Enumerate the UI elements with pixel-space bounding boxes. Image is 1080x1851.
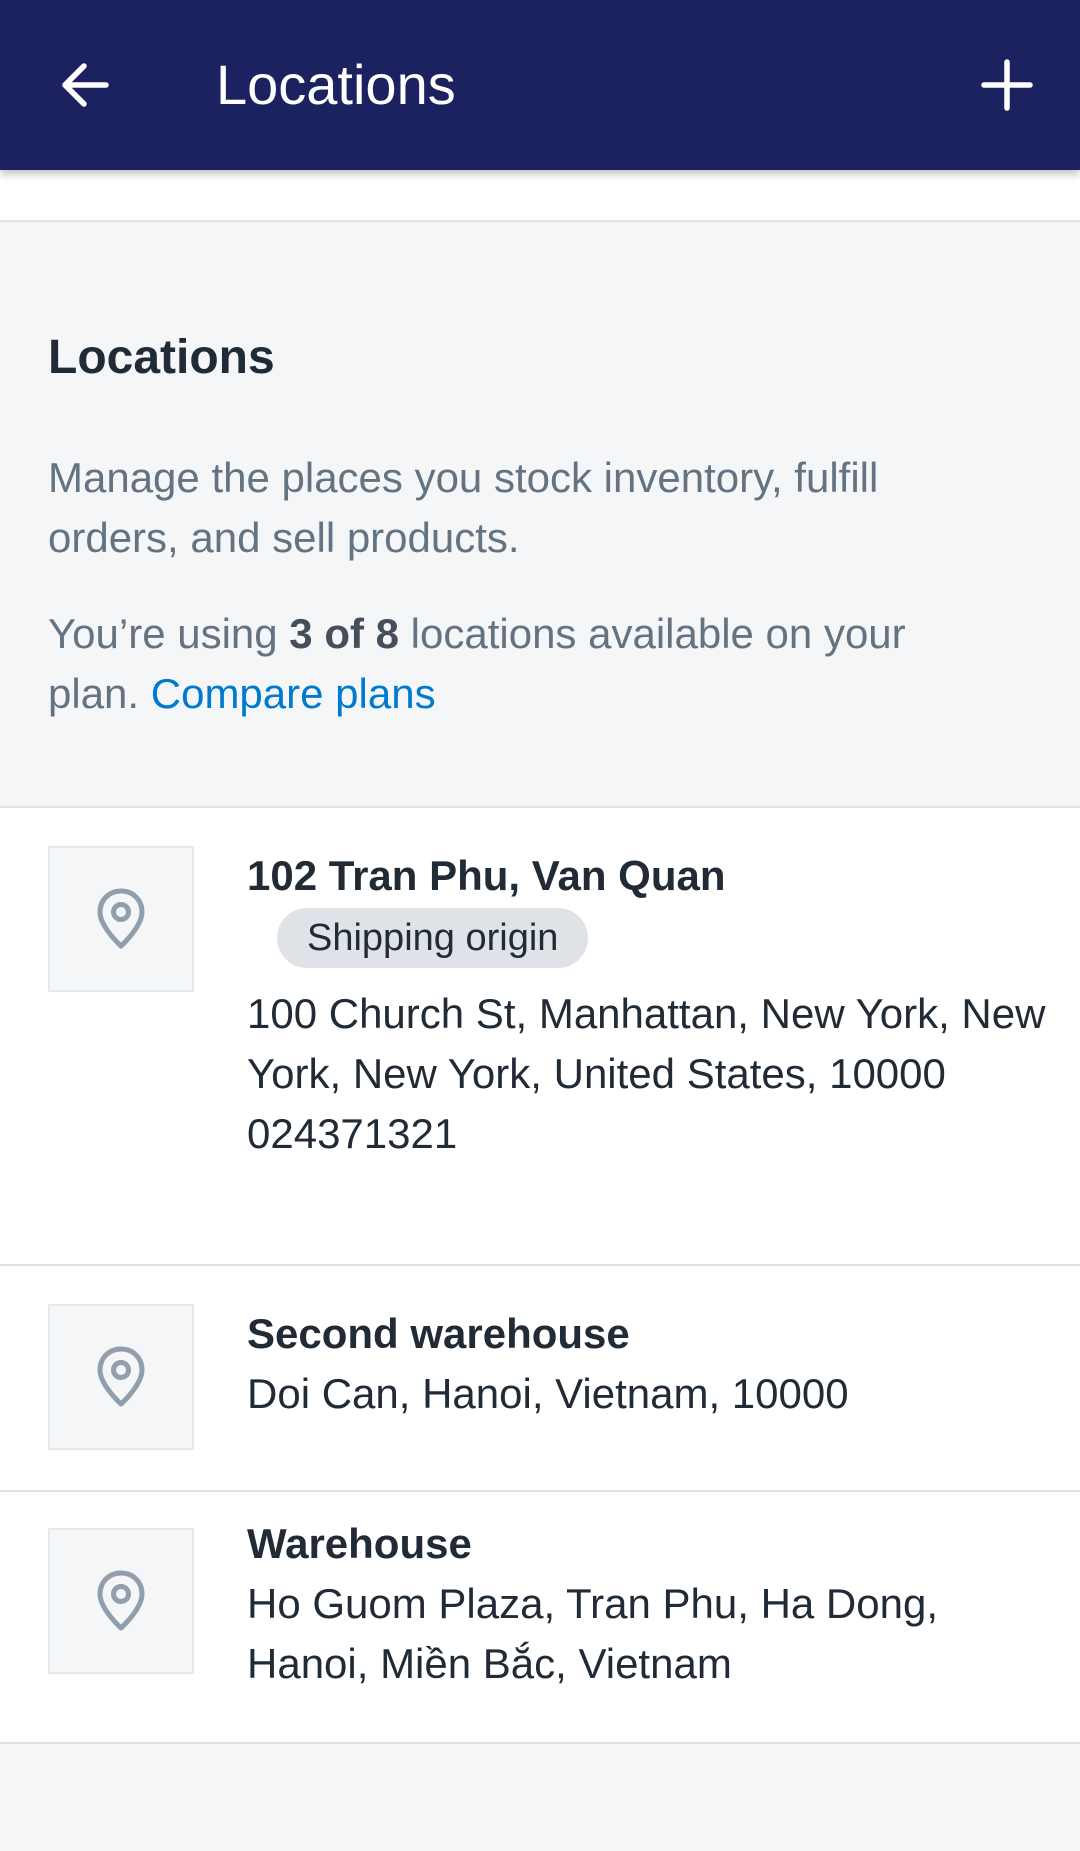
back-button[interactable] — [52, 52, 118, 118]
location-thumbnail — [48, 1304, 194, 1450]
section-description: Manage the places you stock inventory, f… — [48, 454, 879, 561]
map-pin-icon — [97, 888, 145, 949]
location-name: Second warehouse — [247, 1310, 630, 1357]
location-address: Ho Guom Plaza, Tran Phu, Ha Dong, Hanoi,… — [247, 1580, 939, 1687]
location-info: 102 Tran Phu, Van Quan Shipping origin 1… — [247, 846, 1047, 1164]
location-item[interactable]: 102 Tran Phu, Van Quan Shipping origin 1… — [0, 808, 1080, 1266]
location-phone: 024371321 — [247, 1110, 458, 1157]
location-thumbnail — [48, 1528, 194, 1674]
location-info: Second warehouse Doi Can, Hanoi, Vietnam… — [247, 1304, 1047, 1424]
page-title: Locations — [216, 53, 456, 116]
location-list: 102 Tran Phu, Van Quan Shipping origin 1… — [0, 806, 1080, 1744]
app-bar: Locations — [0, 0, 1080, 170]
location-info: Warehouse Ho Guom Plaza, Tran Phu, Ha Do… — [247, 1514, 1047, 1694]
section-heading: Locations — [48, 331, 275, 384]
locations-intro: Locations Manage the places you stock in… — [0, 222, 1080, 806]
usage-count: 3 of 8 — [289, 610, 399, 657]
location-item[interactable]: Second warehouse Doi Can, Hanoi, Vietnam… — [0, 1266, 1080, 1492]
arrow-left-icon — [62, 63, 109, 107]
location-address: Doi Can, Hanoi, Vietnam, 10000 — [247, 1370, 849, 1417]
add-location-button[interactable] — [974, 52, 1040, 118]
plus-icon — [981, 59, 1033, 111]
location-name: Warehouse — [247, 1520, 472, 1567]
location-item[interactable]: Warehouse Ho Guom Plaza, Tran Phu, Ha Do… — [0, 1492, 1080, 1742]
location-name: 102 Tran Phu, Van Quan — [247, 852, 726, 899]
shipping-origin-badge: Shipping origin — [277, 908, 589, 968]
plan-usage-text: You’re using 3 of 8 locations available … — [48, 604, 948, 724]
map-pin-icon — [97, 1570, 145, 1631]
location-thumbnail — [48, 846, 194, 992]
usage-prefix: You’re using — [48, 610, 290, 657]
header-divider-strip — [0, 170, 1080, 222]
compare-plans-link[interactable]: Compare plans — [151, 670, 436, 717]
map-pin-icon — [97, 1346, 145, 1407]
location-address: 100 Church St, Manhattan, New York, New … — [247, 990, 1046, 1097]
